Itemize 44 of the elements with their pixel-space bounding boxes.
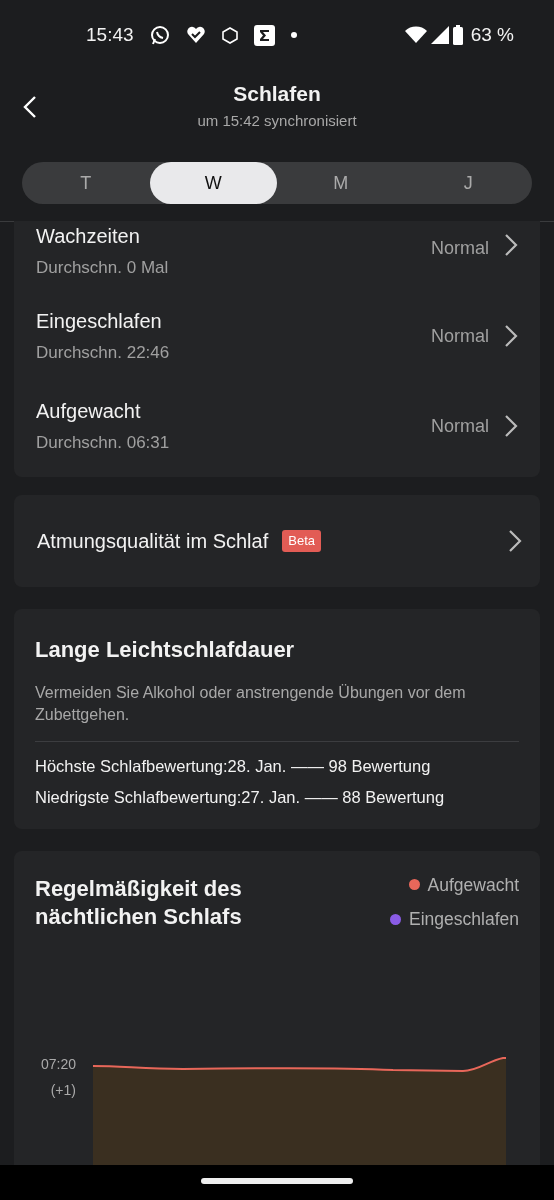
period-tab[interactable]: W: [149, 162, 277, 204]
heart-icon: [185, 25, 206, 45]
stat-title: Wachzeiten: [36, 224, 141, 249]
chat-icon: [149, 25, 170, 45]
chevron-right-icon: [503, 233, 518, 257]
wifi-icon: [404, 26, 427, 44]
stat-status: Normal: [431, 324, 489, 348]
card-title: Lange Leichtschlafdauer: [35, 636, 296, 664]
chevron-right-icon: [507, 529, 522, 553]
stat-title: Eingeschlafen: [36, 309, 163, 335]
period-tab[interactable]: J: [404, 162, 532, 204]
dot-icon: [290, 32, 297, 38]
stat-status: Normal: [431, 414, 489, 438]
stat-average: Durchschn. 06:31: [36, 432, 170, 455]
hexagon-icon: [221, 26, 238, 44]
sync-status: um 15:42 synchronisiert: [197, 110, 357, 131]
advice-text: Vermeiden Sie Alkohol oder anstrengende Übungen vor dem Zubettgehen.: [35, 683, 467, 726]
period-tab[interactable]: M: [277, 162, 405, 204]
score-record: Niedrigste Schlafbewertung:27. Jan. —— 88 Bewertung: [35, 787, 446, 809]
stat-status: Normal: [431, 237, 489, 260]
stat-row[interactable]: Eingeschlafen Durchschn. 22:46 Normal: [14, 291, 540, 381]
score-record: Höchste Schlafbewertung:28. Jan. —— 98 Bewertung: [35, 755, 432, 777]
chevron-right-icon: [503, 324, 518, 348]
card-title: Regelmäßigkeit des nächtlichen Schlafs: [35, 874, 243, 932]
stat-row[interactable]: Wachzeiten Durchschn. 0 Mal Normal: [14, 221, 540, 291]
period-tab[interactable]: T: [22, 162, 150, 204]
stat-title: Aufgewacht: [36, 399, 142, 425]
stat-average: Durchschn. 22:46: [36, 342, 170, 365]
beta-badge: Beta: [282, 530, 321, 552]
battery-percentage: 63 %: [470, 22, 514, 47]
chevron-right-icon: [503, 414, 518, 438]
legend-label: Aufgewacht: [427, 873, 519, 897]
page-title: Schlafen: [233, 81, 321, 107]
stat-average: Durchschn. 0 Mal: [36, 257, 169, 279]
battery-icon: [452, 25, 463, 45]
signal-icon: [430, 26, 449, 44]
legend-label: Eingeschlafen: [409, 907, 519, 931]
axis-label: (+1): [49, 1081, 76, 1101]
breathing-quality-row[interactable]: Atmungsqualität im Schlaf Beta: [14, 495, 540, 587]
axis-label: 07:20: [39, 1055, 76, 1075]
sigma-icon: [253, 24, 275, 46]
back-icon: [22, 94, 38, 119]
stat-row[interactable]: Aufgewacht Durchschn. 06:31 Normal: [14, 381, 540, 471]
clock: 15:43: [86, 22, 134, 47]
